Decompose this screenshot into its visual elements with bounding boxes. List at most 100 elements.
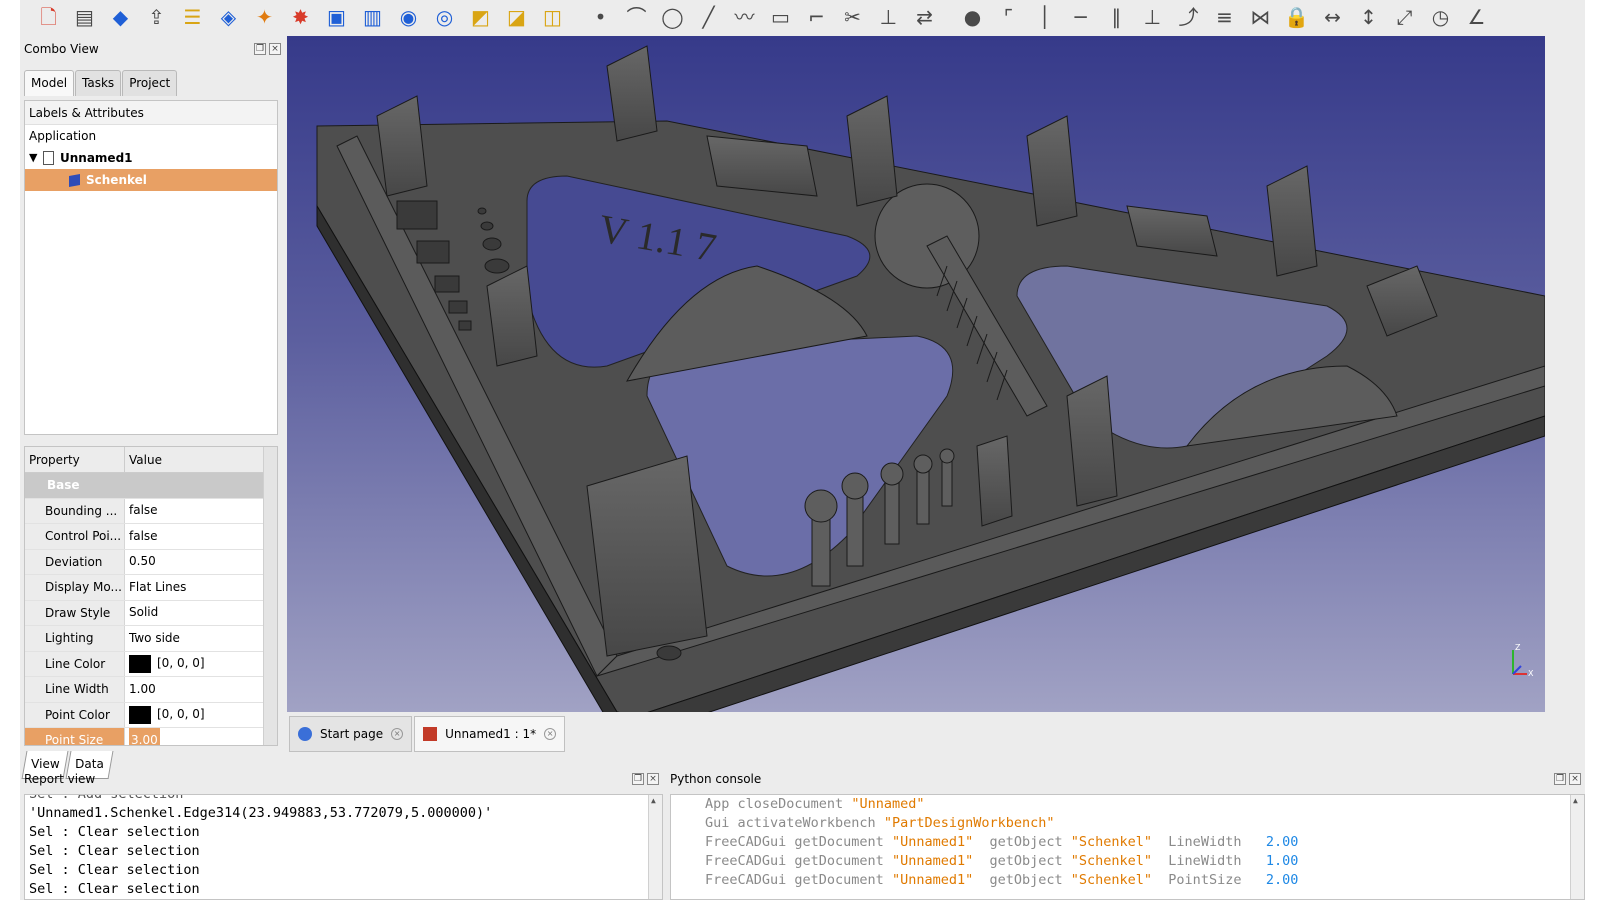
groove-icon[interactable]: ◎: [430, 3, 459, 31]
report-view-titlebar: Report view ❐ ×: [20, 766, 663, 792]
property-row[interactable]: Lighting Two side: [25, 626, 277, 652]
property-row[interactable]: Draw Style Solid: [25, 600, 277, 626]
layers-icon[interactable]: ☰: [178, 3, 207, 31]
value-column-header: Value: [129, 453, 162, 467]
panel-splitter[interactable]: [24, 438, 278, 442]
property-value[interactable]: false: [125, 499, 277, 524]
close-tab-icon[interactable]: ×: [544, 728, 557, 740]
point-color-swatch[interactable]: [129, 705, 151, 724]
symmetric-icon[interactable]: ⋈: [1246, 3, 1275, 31]
property-group-base[interactable]: Base: [25, 473, 277, 499]
open-document-icon[interactable]: ▤: [70, 3, 99, 31]
workbench-blue-icon[interactable]: ◈: [214, 3, 243, 31]
point-size-input[interactable]: 3.00: [129, 728, 160, 745]
line-color-swatch[interactable]: [129, 654, 151, 673]
parallel-icon[interactable]: ∥: [1102, 3, 1131, 31]
code-number: 2.00: [1265, 872, 1299, 888]
arc-icon[interactable]: ⌒: [622, 3, 651, 31]
property-key: Point Color: [25, 702, 125, 727]
vertical-distance-icon[interactable]: ↕: [1354, 3, 1383, 31]
drill-icon[interactable]: ⊥: [874, 3, 903, 31]
close-panel-icon[interactable]: ×: [269, 43, 281, 55]
workbench-orange-icon[interactable]: ✦: [250, 3, 279, 31]
property-value[interactable]: false: [125, 524, 277, 549]
property-editor: Property Value Base Bounding ... false Co…: [24, 446, 278, 746]
property-row[interactable]: Line Width 1.00: [25, 677, 277, 703]
globe-icon: [298, 727, 312, 741]
fillet-icon[interactable]: ◩: [466, 3, 495, 31]
tree-item-document[interactable]: ▼ Unnamed1: [25, 147, 277, 169]
tab-tasks[interactable]: Tasks: [75, 70, 122, 96]
python-output[interactable]: App closeDocument "Unnamed" Gui activate…: [670, 794, 1585, 900]
new-document-icon[interactable]: 🗋: [34, 3, 63, 31]
length-icon[interactable]: ⤢: [1390, 3, 1419, 31]
property-value[interactable]: Two side: [125, 626, 277, 651]
property-value[interactable]: 1.00: [125, 677, 277, 702]
property-row[interactable]: Deviation 0.50: [25, 549, 277, 575]
cut-icon[interactable]: ✂: [838, 3, 867, 31]
close-tab-icon[interactable]: ×: [391, 728, 404, 740]
revolution-icon[interactable]: ◉: [394, 3, 423, 31]
polyline-icon[interactable]: 〰: [730, 3, 759, 31]
property-row[interactable]: Point Color [0, 0, 0]: [25, 702, 277, 728]
property-value[interactable]: Flat Lines: [125, 575, 277, 600]
expand-arrow-icon[interactable]: ▼: [29, 147, 43, 169]
vertical-icon[interactable]: │: [1030, 3, 1059, 31]
property-value-color[interactable]: [0, 0, 0]: [125, 652, 277, 677]
mirror-icon[interactable]: ⇄: [910, 3, 939, 31]
rectangle-icon[interactable]: ▭: [766, 3, 795, 31]
tab-model[interactable]: Model: [24, 70, 75, 96]
angle-icon[interactable]: ∠: [1462, 3, 1491, 31]
3d-viewport[interactable]: V 1.1 7 Z X: [287, 36, 1545, 712]
tangent-icon[interactable]: ⤴: [1174, 3, 1203, 31]
close-panel-icon[interactable]: ×: [1569, 773, 1581, 785]
close-panel-icon[interactable]: ×: [647, 773, 659, 785]
toolbar-separator: [946, 3, 954, 31]
property-row[interactable]: Control Poi... false: [25, 524, 277, 550]
fillet-sketch-icon[interactable]: ⌜: [994, 3, 1023, 31]
circle-icon[interactable]: ◯: [658, 3, 687, 31]
point-icon[interactable]: •: [586, 3, 615, 31]
report-line: Sel : Add selection: [29, 794, 184, 802]
pocket-icon[interactable]: ▥: [358, 3, 387, 31]
tab-unnamed1[interactable]: Unnamed1 : 1* ×: [414, 716, 566, 752]
lock-icon[interactable]: 🔒: [1282, 3, 1311, 31]
trim-icon[interactable]: ⌐: [802, 3, 831, 31]
property-row-selected[interactable]: Point Size 3.00: [25, 728, 277, 745]
draft-icon[interactable]: ◫: [538, 3, 567, 31]
dot-icon[interactable]: ●: [958, 3, 987, 31]
perpendicular-icon[interactable]: ⊥: [1138, 3, 1167, 31]
property-value-color[interactable]: [0, 0, 0]: [125, 703, 277, 728]
report-scrollbar[interactable]: [648, 795, 662, 899]
part-cube-icon[interactable]: ◆: [106, 3, 135, 31]
property-row[interactable]: Bounding ... false: [25, 498, 277, 524]
float-panel-icon[interactable]: ❐: [254, 43, 266, 55]
point-size-spinbox[interactable]: 3.00: [125, 728, 277, 745]
property-value[interactable]: 0.50: [125, 550, 277, 575]
tab-project[interactable]: Project: [122, 70, 178, 96]
horizontal-icon[interactable]: ─: [1066, 3, 1095, 31]
python-console-titlebar: Python console ❐ ×: [666, 766, 1585, 792]
chamfer-icon[interactable]: ◪: [502, 3, 531, 31]
star-tool-icon[interactable]: ✸: [286, 3, 315, 31]
equal-icon[interactable]: ≡: [1210, 3, 1239, 31]
horizontal-distance-icon[interactable]: ↔: [1318, 3, 1347, 31]
tree-item-schenkel[interactable]: Schenkel: [25, 169, 277, 191]
tab-start-page[interactable]: Start page ×: [289, 716, 413, 752]
property-key: Lighting: [25, 626, 125, 651]
export-icon[interactable]: ⇪: [142, 3, 171, 31]
code-text: getObject: [973, 834, 1071, 850]
tree-object-label: Schenkel: [86, 173, 147, 187]
float-panel-icon[interactable]: ❐: [1554, 773, 1566, 785]
radius-icon[interactable]: ◷: [1426, 3, 1455, 31]
line-icon[interactable]: ╱: [694, 3, 723, 31]
pad-icon[interactable]: ▣: [322, 3, 351, 31]
report-output[interactable]: Sel : Add selection 'Unnamed1.Schenkel.E…: [24, 794, 663, 900]
float-panel-icon[interactable]: ❐: [632, 773, 644, 785]
property-scrollbar[interactable]: [263, 447, 277, 745]
python-scrollbar[interactable]: [1570, 795, 1584, 899]
property-row[interactable]: Line Color [0, 0, 0]: [25, 651, 277, 677]
property-value[interactable]: Solid: [125, 601, 277, 626]
code-text: FreeCADGui getDocument: [705, 834, 892, 850]
property-row[interactable]: Display Mo... Flat Lines: [25, 575, 277, 601]
